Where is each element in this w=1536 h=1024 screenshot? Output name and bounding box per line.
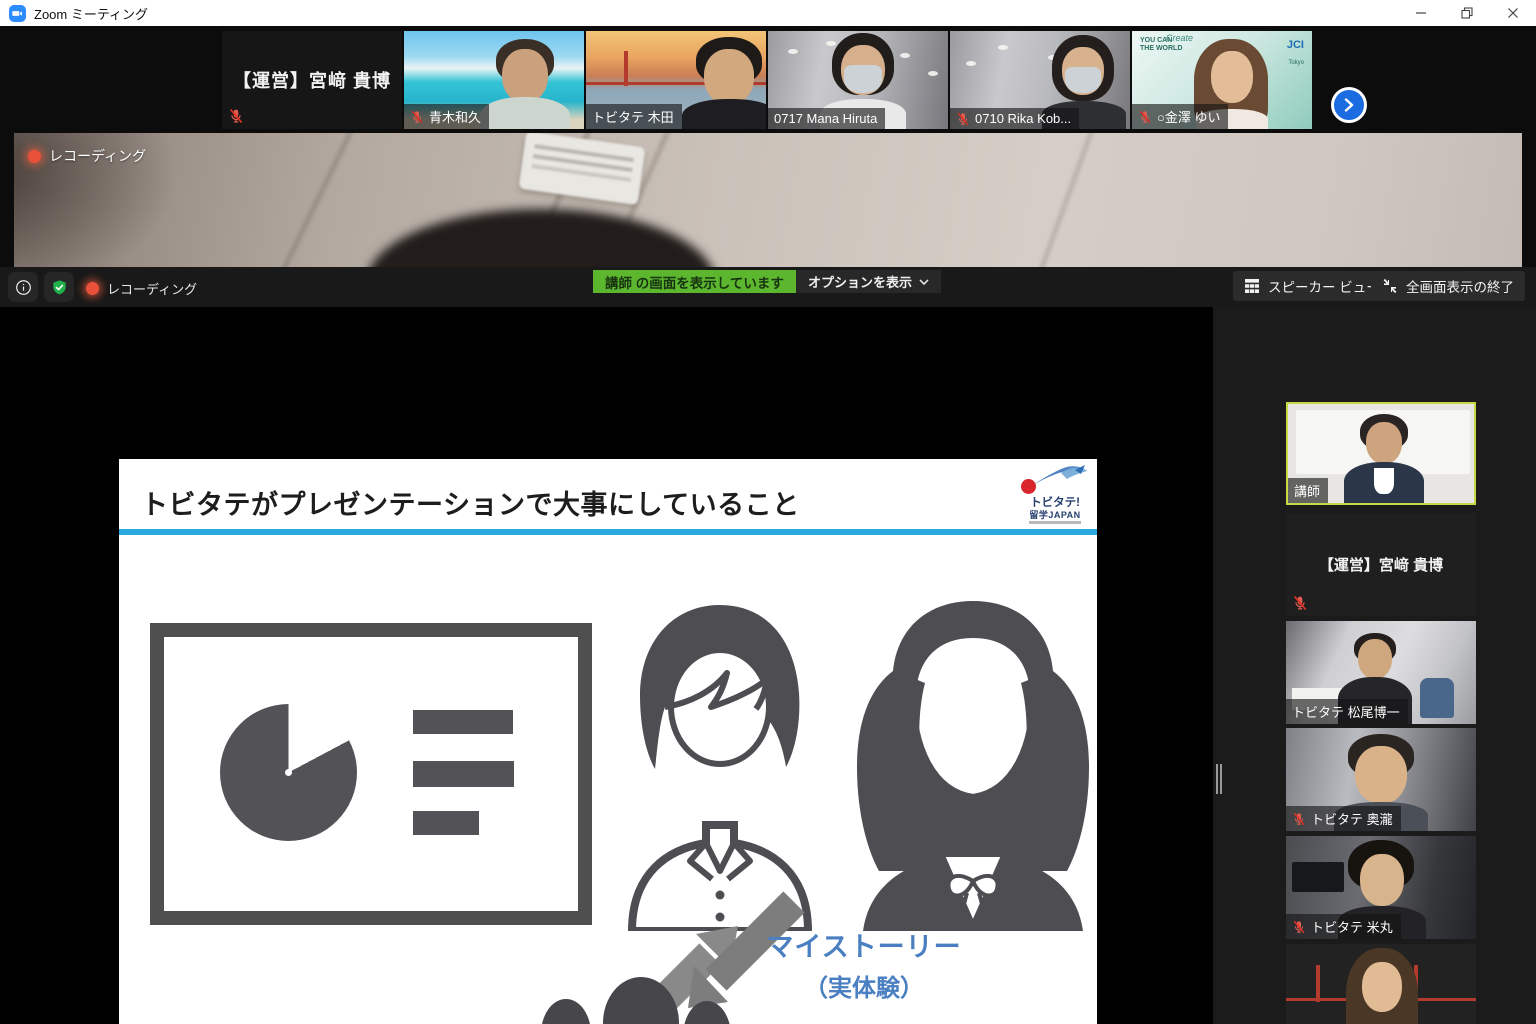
recording-dot-icon (28, 150, 41, 163)
video-tile-kanazawa[interactable]: YOU CAN THE WORLD Create JCI Tokyo ○金澤 ゆ… (1132, 31, 1312, 129)
participant-label: 0710 Rika Kob... (950, 108, 1079, 129)
grid-view-icon (1244, 278, 1260, 294)
panel-resize-handle[interactable] (1216, 764, 1224, 794)
meeting-info-button[interactable] (8, 272, 38, 302)
main-content: トビタテがプレゼンテーションで大事にしていること トビタテ! 留学JAPAN (0, 307, 1536, 1024)
shared-screen-area: トビタテがプレゼンテーションで大事にしていること トビタテ! 留学JAPAN (0, 307, 1213, 1024)
ceiling-fixture (519, 133, 646, 205)
video-tile-hiruta[interactable]: 0717 Mana Hiruta (768, 31, 948, 129)
pie-chart-icon (220, 704, 357, 841)
restore-button[interactable] (1444, 0, 1490, 26)
video-tile-koshi-active-speaker[interactable]: 講師 (1286, 402, 1476, 505)
video-tile-miyazaki[interactable]: 【運営】宮﨑 貴博 (222, 31, 402, 129)
speaker-view-button[interactable]: スピーカー ビュー (1233, 271, 1391, 301)
security-shield-button[interactable] (44, 272, 74, 302)
participant-label: トビタテ 松尾博一 (1286, 699, 1408, 724)
zoom-app-icon (9, 5, 26, 22)
video-tile-okutaki[interactable]: トビタテ 奥瀧 (1286, 728, 1476, 831)
video-tile-rika[interactable]: 0710 Rika Kob... (950, 31, 1130, 129)
video-tile-miyazaki-panel[interactable]: 【運営】宮﨑 貴博 (1286, 513, 1476, 616)
male-student-silhouette (614, 599, 826, 931)
video-tile-yonemaru[interactable]: トビタテ 米丸 (1286, 836, 1476, 939)
title-underline (119, 529, 1097, 535)
spotlight-video[interactable]: レコーディング (14, 133, 1522, 267)
muted-mic-icon (1292, 595, 1308, 611)
recording-indicator: レコーディング (28, 146, 146, 166)
presenter-head (366, 209, 716, 267)
muted-mic-icon (228, 108, 244, 124)
zoom-meeting-window: Zoom ミーティング 【運営】宮﨑 貴博 (0, 0, 1536, 1024)
next-participants-button[interactable] (1331, 87, 1367, 123)
recording-status: レコーディング (86, 279, 197, 298)
viewing-screen-banner: 講師 の画面を表示しています (593, 270, 796, 293)
muted-mic-icon (956, 112, 970, 126)
view-options-button[interactable]: オプションを表示 (796, 270, 941, 293)
participant-label: トビタテ 木田 (586, 104, 682, 129)
participant-label: トビタテ 米丸 (1286, 914, 1401, 939)
muted-mic-icon (1138, 110, 1152, 124)
presentation-board-graphic (150, 623, 592, 925)
muted-mic-icon (410, 110, 424, 124)
bird-logo-icon (1031, 463, 1089, 489)
window-title: Zoom ミーティング (34, 4, 148, 23)
video-tile-matsuo[interactable]: トビタテ 松尾博一 (1286, 621, 1476, 724)
top-video-strip: 【運営】宮﨑 貴博 青木和久 トビタテ 木田 (0, 26, 1536, 133)
participant-label: 0717 Mana Hiruta (768, 108, 885, 129)
tobitate-logo: トビタテ! 留学JAPAN (1013, 463, 1097, 529)
jci-logo: JCI Tokyo (1287, 36, 1304, 68)
female-student-silhouette (847, 595, 1097, 931)
participant-video (1344, 414, 1424, 504)
video-tile-kida[interactable]: トビタテ 木田 (586, 31, 766, 129)
participant-video (1338, 948, 1426, 1024)
close-button[interactable] (1490, 0, 1536, 26)
slide-annotation: マイストーリー （実体験） (749, 925, 979, 1003)
video-tile-bridge-participant[interactable] (1286, 944, 1476, 1024)
sun-icon (1021, 479, 1036, 494)
muted-mic-icon (1292, 812, 1306, 826)
chair-backdrop (1420, 678, 1454, 718)
muted-mic-icon (1292, 920, 1306, 934)
participant-label: 講師 (1288, 478, 1328, 503)
recording-dot-icon (86, 282, 99, 295)
presentation-slide: トビタテがプレゼンテーションで大事にしていること トビタテ! 留学JAPAN (119, 459, 1097, 1024)
audience-silhouette (541, 999, 591, 1024)
monitor-backdrop (1292, 862, 1344, 892)
title-bar: Zoom ミーティング (0, 0, 1536, 26)
exit-fullscreen-icon (1382, 278, 1398, 294)
participant-name: 【運営】宮﨑 貴博 (233, 67, 391, 93)
minimize-button[interactable] (1398, 0, 1444, 26)
video-tile-aoki[interactable]: 青木和久 (404, 31, 584, 129)
meeting-control-bar: レコーディング 講師 の画面を表示しています オプションを表示 スピーカー ビュ… (0, 267, 1536, 307)
participant-label: 青木和久 (404, 104, 489, 129)
participant-video (478, 39, 568, 129)
participant-name: 【運営】宮﨑 貴博 (1319, 554, 1443, 575)
participant-label: トビタテ 奥瀧 (1286, 806, 1401, 831)
exit-fullscreen-button[interactable]: 全画面表示の終了 (1371, 271, 1525, 301)
participant-video (682, 37, 766, 129)
slide-title: トビタテがプレゼンテーションで大事にしていること (141, 483, 800, 522)
participant-label: ○金澤 ゆい (1132, 104, 1228, 129)
participants-panel: 講師 【運営】宮﨑 貴博 トビタテ 松尾博一 (1213, 307, 1536, 1024)
